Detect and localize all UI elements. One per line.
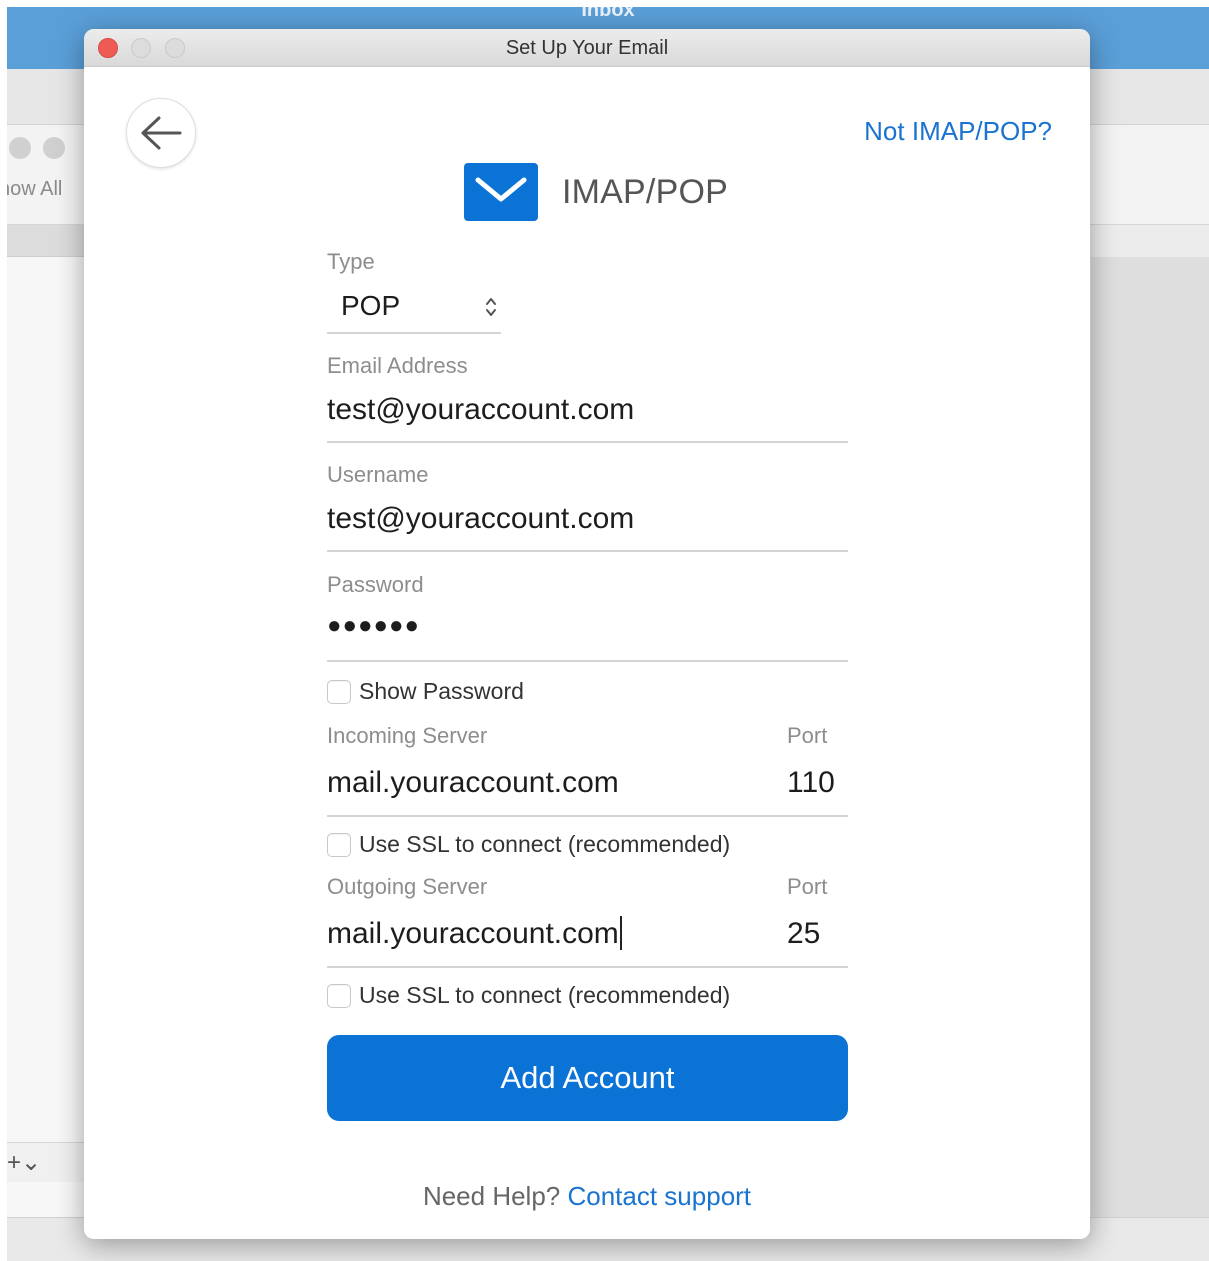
- email-address-label: Email Address: [327, 353, 468, 378]
- show-password-label: Show Password: [359, 678, 524, 704]
- email-address-field[interactable]: test@youraccount.com: [327, 393, 634, 427]
- outgoing-port-label: Port: [787, 874, 828, 899]
- incoming-server-field[interactable]: mail.youraccount.com: [327, 766, 619, 800]
- arrow-left-icon: [141, 116, 182, 150]
- help-row: Need Help? Contact support: [84, 1181, 1090, 1212]
- background-add-control: +⌄: [7, 1149, 42, 1176]
- incoming-port-label: Port: [787, 723, 828, 748]
- background-window-title: Inbox: [581, 7, 635, 21]
- outgoing-ssl-checkbox[interactable]: [327, 983, 351, 1008]
- incoming-server-label: Incoming Server: [327, 723, 488, 748]
- background-sidebar: [7, 257, 87, 1261]
- show-password-checkbox[interactable]: [327, 679, 351, 704]
- type-select[interactable]: POP: [327, 282, 501, 334]
- not-imap-pop-link[interactable]: Not IMAP/POP?: [864, 116, 1052, 147]
- outgoing-server-field[interactable]: mail.youraccount.com: [327, 916, 622, 951]
- type-label: Type: [327, 249, 375, 274]
- incoming-ssl-checkbox[interactable]: [327, 832, 351, 857]
- add-account-button[interactable]: Add Account: [327, 1035, 848, 1121]
- background-bottom-controls: +⌄: [7, 1142, 87, 1182]
- outgoing-ssl-label: Use SSL to connect (recommended): [359, 982, 731, 1008]
- outgoing-port-field[interactable]: 25: [787, 917, 820, 951]
- envelope-icon: [464, 163, 538, 221]
- password-underline: [327, 660, 848, 662]
- outgoing-server-underline: [327, 966, 848, 968]
- username-underline: [327, 550, 848, 552]
- dialog-title: Set Up Your Email: [505, 37, 669, 59]
- outgoing-ssl-checkbox-row[interactable]: Use SSL to connect (recommended): [327, 982, 730, 1009]
- background-dot: [9, 137, 31, 159]
- header-title: IMAP/POP: [562, 172, 728, 211]
- outgoing-server-value: mail.youraccount.com: [327, 917, 619, 950]
- username-field[interactable]: test@youraccount.com: [327, 502, 634, 536]
- background-reading-pane: [1091, 257, 1209, 1217]
- chevron-up-down-icon: [485, 295, 497, 319]
- password-label: Password: [327, 572, 424, 597]
- account-type-header: IMAP/POP: [464, 163, 728, 221]
- email-address-underline: [327, 441, 848, 443]
- need-help-text: Need Help?: [422, 1181, 561, 1211]
- type-select-value: POP: [341, 290, 401, 321]
- background-show-all-text: how All: [7, 178, 63, 200]
- background-dot: [43, 137, 65, 159]
- incoming-port-field[interactable]: 110: [787, 766, 835, 800]
- back-button[interactable]: [126, 98, 196, 168]
- setup-email-dialog: Set Up Your Email Not IMAP/POP? IMAP/POP…: [84, 29, 1090, 1239]
- incoming-server-underline: [327, 815, 848, 817]
- username-label: Username: [327, 462, 429, 487]
- password-field[interactable]: ●●●●●●: [327, 612, 420, 640]
- text-cursor: [619, 916, 622, 951]
- outgoing-server-label: Outgoing Server: [327, 874, 488, 899]
- incoming-ssl-label: Use SSL to connect (recommended): [359, 831, 731, 857]
- incoming-ssl-checkbox-row[interactable]: Use SSL to connect (recommended): [327, 831, 730, 858]
- background-list-header: [7, 225, 87, 257]
- dialog-titlebar: Set Up Your Email: [84, 29, 1090, 67]
- contact-support-link[interactable]: Contact support: [567, 1181, 751, 1211]
- show-password-checkbox-row[interactable]: Show Password: [327, 678, 524, 705]
